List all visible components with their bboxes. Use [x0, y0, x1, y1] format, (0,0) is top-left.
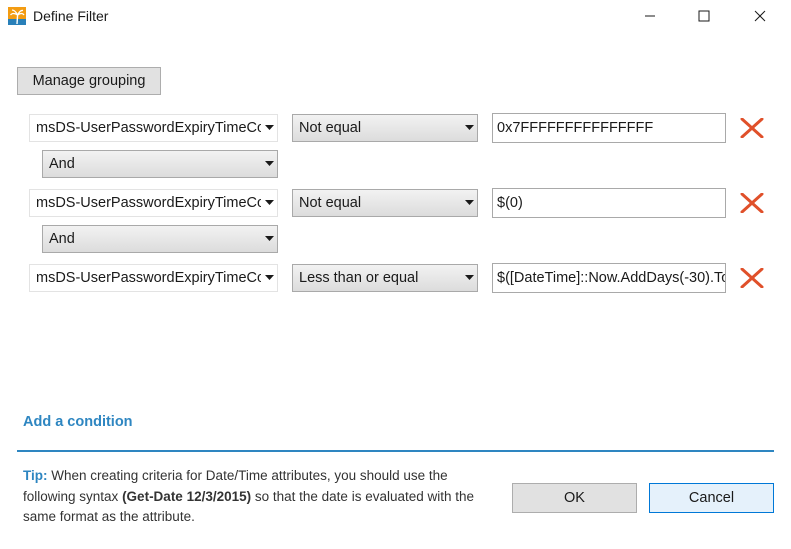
chevron-down-icon — [461, 200, 477, 206]
divider — [17, 450, 774, 452]
title-bar: Define Filter — [0, 0, 791, 32]
maximize-button[interactable] — [681, 0, 727, 32]
chevron-down-icon — [261, 125, 277, 131]
maximize-icon — [698, 10, 710, 22]
tip-syntax: (Get-Date 12/3/2015) — [122, 488, 252, 504]
minimize-icon — [645, 15, 655, 17]
value-text-1: 0x7FFFFFFFFFFFFFFF — [497, 120, 654, 136]
operator-value-1: Not equal — [299, 120, 362, 136]
manage-grouping-button[interactable]: Manage grouping — [17, 67, 161, 95]
tip-text: Tip: When creating criteria for Date/Tim… — [23, 466, 493, 528]
attribute-value-2: msDS-UserPasswordExpiryTimeCo — [36, 195, 261, 211]
operator-value-3: Less than or equal — [299, 270, 419, 286]
delete-x-icon — [740, 268, 764, 288]
chevron-down-icon — [261, 200, 277, 206]
attribute-dropdown-1[interactable]: msDS-UserPasswordExpiryTimeCo — [29, 114, 278, 142]
chevron-down-icon — [461, 125, 477, 131]
operator-value-2: Not equal — [299, 195, 362, 211]
attribute-dropdown-3[interactable]: msDS-UserPasswordExpiryTimeCo — [29, 264, 278, 292]
chevron-down-icon — [261, 161, 277, 167]
close-icon — [754, 10, 766, 22]
value-text-3: $([DateTime]::Now.AddDays(-30).To — [497, 270, 726, 286]
value-input-2[interactable]: $(0) — [492, 188, 726, 218]
tip-label: Tip: — [23, 468, 48, 483]
attribute-value-3: msDS-UserPasswordExpiryTimeCo — [36, 270, 261, 286]
define-filter-dialog: Define Filter Manage grouping msDS-UserP… — [0, 0, 791, 549]
value-text-2: $(0) — [497, 195, 523, 211]
value-input-1[interactable]: 0x7FFFFFFFFFFFFFFF — [492, 113, 726, 143]
operator-dropdown-2[interactable]: Not equal — [292, 189, 478, 217]
attribute-value-1: msDS-UserPasswordExpiryTimeCo — [36, 120, 261, 136]
minimize-button[interactable] — [627, 0, 673, 32]
cancel-button[interactable]: Cancel — [649, 483, 774, 513]
chevron-down-icon — [461, 275, 477, 281]
logic-value-1: And — [49, 156, 75, 172]
ok-button[interactable]: OK — [512, 483, 637, 513]
logic-dropdown-1[interactable]: And — [42, 150, 278, 178]
operator-dropdown-1[interactable]: Not equal — [292, 114, 478, 142]
delete-condition-button-2[interactable] — [739, 192, 765, 214]
add-condition-link[interactable]: Add a condition — [23, 414, 133, 430]
operator-dropdown-3[interactable]: Less than or equal — [292, 264, 478, 292]
logic-dropdown-2[interactable]: And — [42, 225, 278, 253]
delete-condition-button-3[interactable] — [739, 267, 765, 289]
attribute-dropdown-2[interactable]: msDS-UserPasswordExpiryTimeCo — [29, 189, 278, 217]
value-input-3[interactable]: $([DateTime]::Now.AddDays(-30).To — [492, 263, 726, 293]
close-button[interactable] — [737, 0, 783, 32]
logic-value-2: And — [49, 231, 75, 247]
window-title: Define Filter — [33, 8, 109, 24]
delete-condition-button-1[interactable] — [739, 117, 765, 139]
chevron-down-icon — [261, 236, 277, 242]
delete-x-icon — [740, 193, 764, 213]
delete-x-icon — [740, 118, 764, 138]
chevron-down-icon — [261, 275, 277, 281]
palm-tree-sunset-icon — [8, 7, 26, 25]
